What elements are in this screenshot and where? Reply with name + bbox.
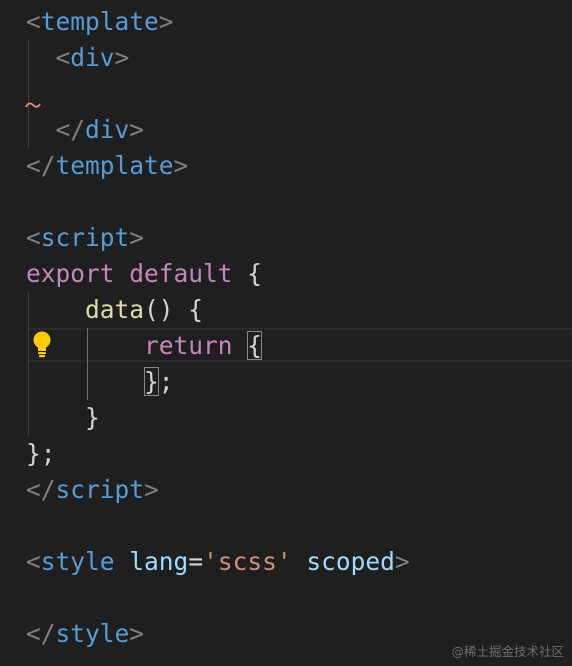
- watermark: @稀土掘金技术社区: [451, 644, 564, 659]
- punctuation: }: [85, 403, 100, 432]
- tag-name: script: [55, 475, 145, 504]
- code-line[interactable]: [0, 508, 572, 544]
- tag-open-bracket: </: [26, 619, 56, 648]
- punctuation: ;: [158, 367, 174, 396]
- code-line[interactable]: <script>: [0, 220, 572, 256]
- tag-name: template: [55, 151, 174, 180]
- code-line[interactable]: [0, 580, 572, 616]
- tag-open-bracket: <: [55, 43, 71, 72]
- code-line[interactable]: };: [0, 436, 572, 472]
- punctuation: {: [232, 259, 263, 288]
- keyword: default: [129, 259, 233, 288]
- tag-close-bracket: >: [114, 43, 130, 72]
- attribute-name: scoped: [306, 547, 395, 576]
- tag-close-bracket: >: [129, 223, 145, 252]
- tag-open-bracket: <: [26, 7, 41, 36]
- matched-brace-open: {: [247, 331, 263, 360]
- tag-open-bracket: <: [26, 547, 41, 576]
- equals-sign: =: [188, 547, 204, 576]
- code-line[interactable]: data() {: [0, 292, 572, 328]
- error-squiggle-icon[interactable]: [25, 100, 41, 110]
- code-line[interactable]: </script>: [0, 472, 572, 508]
- attribute-value: 'scss': [203, 547, 292, 576]
- code-line-current[interactable]: return {: [0, 328, 572, 364]
- tag-name: div: [85, 115, 130, 144]
- code-line[interactable]: </template>: [0, 148, 572, 184]
- lightbulb-icon[interactable]: [31, 330, 53, 360]
- code-line[interactable]: </div>: [0, 112, 572, 148]
- tag-close-bracket: >: [173, 151, 189, 180]
- code-line[interactable]: export default {: [0, 256, 572, 292]
- tag-close-bracket: >: [394, 547, 410, 576]
- line-text: };: [26, 439, 56, 468]
- tag-close-bracket: >: [158, 7, 174, 36]
- code-line[interactable]: [0, 184, 572, 220]
- tag-close-bracket: >: [144, 475, 159, 504]
- tag-open-bracket: <: [26, 223, 41, 252]
- code-line[interactable]: <div>: [0, 40, 572, 76]
- attribute-name: lang: [129, 547, 189, 576]
- code-line[interactable]: }: [0, 400, 572, 436]
- code-line[interactable]: <template>: [0, 4, 572, 40]
- matched-brace-close: }: [144, 367, 159, 396]
- tag-name: style: [40, 547, 115, 576]
- tag-close-bracket: >: [129, 619, 145, 648]
- tag-close-bracket: >: [129, 115, 145, 144]
- tag-name: template: [40, 7, 159, 36]
- tag-name: div: [70, 43, 115, 72]
- code-line[interactable]: };: [0, 364, 572, 400]
- keyword: return: [144, 331, 233, 360]
- function-name: data: [85, 295, 145, 324]
- code-line[interactable]: [0, 76, 572, 112]
- tag-open-bracket: </: [26, 475, 56, 504]
- punctuation: () {: [144, 295, 204, 324]
- tag-open-bracket: </: [55, 115, 86, 144]
- keyword: export: [26, 259, 115, 288]
- code-line[interactable]: <style lang='scss' scoped>: [0, 544, 572, 580]
- tag-open-bracket: </: [26, 151, 56, 180]
- tag-name: style: [55, 619, 130, 648]
- code-editor[interactable]: <template> <div> </div> </template> <scr…: [0, 0, 572, 666]
- tag-name: script: [40, 223, 130, 252]
